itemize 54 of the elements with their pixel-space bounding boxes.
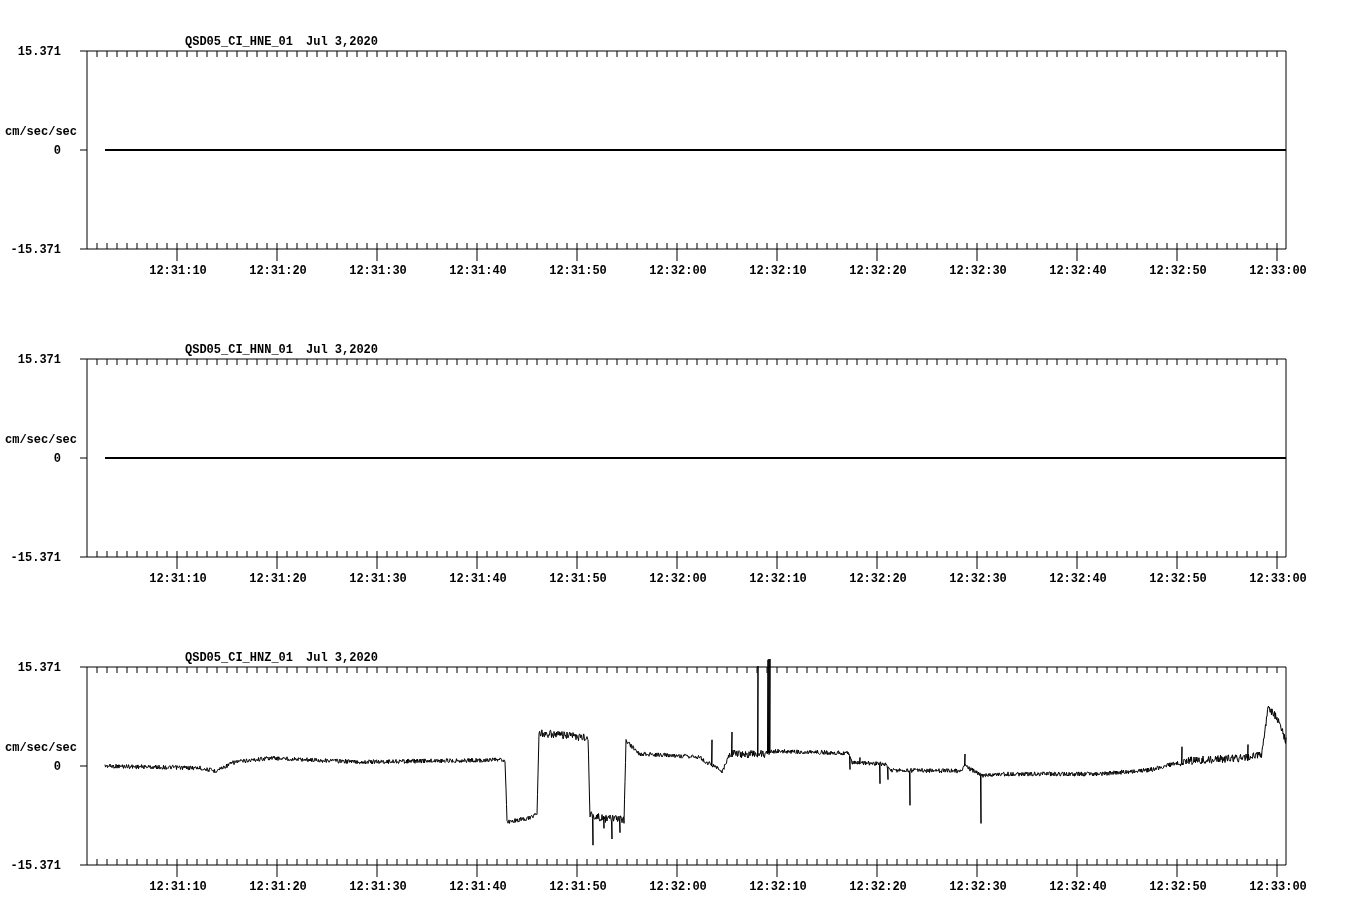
x-tick-label: 12:31:10 <box>149 264 207 278</box>
y-tick-label: 15.371 <box>17 353 61 367</box>
station-label: QSD05_CI_HNZ_01 <box>185 651 294 665</box>
x-tick-label: 12:32:10 <box>749 572 807 586</box>
x-tick-label: 12:31:30 <box>349 264 407 278</box>
y-tick-label: 15.371 <box>17 661 61 675</box>
y-tick-label: 15.371 <box>17 45 61 59</box>
station-label: QSD05_CI_HNN_01 <box>185 343 294 357</box>
x-tick-label: 12:32:50 <box>1149 572 1207 586</box>
x-tick-label: 12:31:50 <box>549 572 607 586</box>
date-label: Jul 3,2020 <box>306 651 378 665</box>
x-tick-label: 12:32:20 <box>849 880 907 894</box>
x-tick-label: 12:31:50 <box>549 264 607 278</box>
x-tick-label: 12:32:00 <box>649 572 707 586</box>
x-tick-label: 12:32:50 <box>1149 264 1207 278</box>
x-tick-label: 12:31:30 <box>349 880 407 894</box>
x-tick-label: 12:31:10 <box>149 572 207 586</box>
x-tick-label: 12:31:10 <box>149 880 207 894</box>
station-label: QSD05_CI_HNE_01 <box>185 35 294 49</box>
date-label: Jul 3,2020 <box>306 35 378 49</box>
x-tick-label: 12:32:40 <box>1049 572 1107 586</box>
y-tick-label: -15.371 <box>10 551 61 565</box>
x-tick-label: 12:31:20 <box>249 880 307 894</box>
x-tick-label: 12:32:00 <box>649 880 707 894</box>
x-tick-label: 12:32:40 <box>1049 880 1107 894</box>
x-tick-label: 12:31:50 <box>549 880 607 894</box>
y-axis-label: cm/sec/sec <box>5 433 77 447</box>
x-tick-label: 12:33:00 <box>1249 880 1307 894</box>
date-label: Jul 3,2020 <box>306 343 378 357</box>
x-tick-label: 12:32:30 <box>949 880 1007 894</box>
x-tick-label: 12:32:00 <box>649 264 707 278</box>
y-axis-label: cm/sec/sec <box>5 125 77 139</box>
x-tick-label: 12:31:40 <box>449 572 507 586</box>
x-tick-label: 12:33:00 <box>1249 264 1307 278</box>
x-tick-label: 12:32:20 <box>849 572 907 586</box>
x-tick-label: 12:32:40 <box>1049 264 1107 278</box>
x-tick-label: 12:32:10 <box>749 264 807 278</box>
x-tick-label: 12:33:00 <box>1249 572 1307 586</box>
x-tick-label: 12:31:40 <box>449 880 507 894</box>
x-tick-label: 12:31:40 <box>449 264 507 278</box>
x-tick-label: 12:31:30 <box>349 572 407 586</box>
x-tick-label: 12:32:20 <box>849 264 907 278</box>
y-tick-label: -15.371 <box>10 243 61 257</box>
x-tick-label: 12:32:50 <box>1149 880 1207 894</box>
y-tick-label: 0 <box>53 144 61 158</box>
x-tick-label: 12:31:20 <box>249 264 307 278</box>
x-tick-label: 12:31:20 <box>249 572 307 586</box>
x-tick-label: 12:32:30 <box>949 264 1007 278</box>
y-axis-label: cm/sec/sec <box>5 741 77 755</box>
x-tick-label: 12:32:10 <box>749 880 807 894</box>
y-tick-label: 0 <box>53 452 61 466</box>
y-tick-label: -15.371 <box>10 859 61 873</box>
y-tick-label: 0 <box>53 760 61 774</box>
x-tick-label: 12:32:30 <box>949 572 1007 586</box>
